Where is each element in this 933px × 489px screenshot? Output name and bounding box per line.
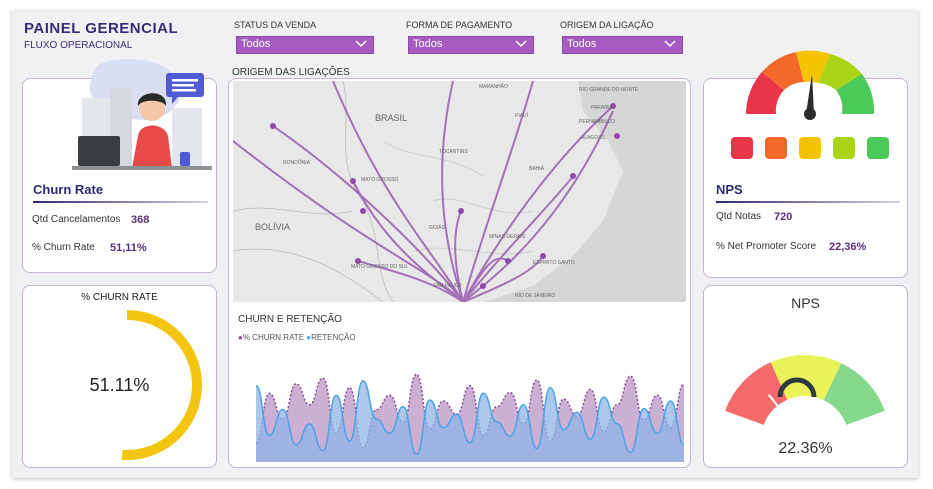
map-label: ALAGOAS — [581, 135, 606, 141]
nps-pct-value: 22,36% — [829, 241, 867, 253]
nps-qtd-value: 720 — [774, 211, 793, 223]
page-title: PAINEL GERENCIAL — [24, 20, 179, 37]
map-label: BOLÍVIA — [255, 222, 290, 232]
map-label: GOIÁS — [429, 224, 446, 231]
origin-map[interactable]: BRASIL BOLÍVIA MARANHÃO RIO GRANDE DO NO… — [233, 81, 686, 302]
filter-payment-value: Todos — [413, 38, 443, 50]
nps-gauge-value: 22.36% — [778, 440, 833, 457]
filter-status-label: STATUS DA VENDA — [234, 20, 317, 30]
nps-qtd-label: Qtd Notas — [716, 211, 762, 222]
map-label: RONDÔNIA — [283, 159, 311, 166]
filter-payment-label: FORMA DE PAGAMENTO — [406, 20, 513, 30]
churn-title: Churn Rate — [33, 182, 104, 197]
map-label: TOCANTINS — [439, 149, 468, 155]
retention-legend: ●% CHURN RATE ●RETENÇÃO — [238, 333, 356, 342]
map-label: MARANHÃO — [479, 83, 508, 90]
call-center-illustration — [72, 58, 212, 170]
nps-speedometer-icon — [746, 50, 875, 120]
map-label: PIAUÍ — [515, 112, 529, 119]
chevron-down-icon — [664, 40, 676, 48]
filter-payment-select[interactable]: Todos — [408, 36, 534, 54]
map-label: PERNAMBUCO — [579, 119, 615, 125]
churn-divider — [33, 201, 208, 203]
churn-qtd-value: 368 — [131, 214, 150, 226]
nps-divider — [716, 201, 900, 203]
neutral-face-icon — [799, 137, 821, 159]
page-subtitle: FLUXO OPERACIONAL — [24, 40, 133, 51]
map-label: RIO GRANDE DO NORTE — [579, 87, 639, 93]
filter-status-value: Todos — [241, 38, 271, 50]
filter-origin-label: ORIGEM DA LIGAÇÃO — [560, 20, 654, 30]
map-label: BAHIA — [529, 166, 545, 172]
very-happy-face-icon — [867, 137, 889, 159]
map-label: RIO DE JANEIRO — [515, 293, 555, 299]
map-label: PARAÍBA — [591, 104, 613, 111]
nps-title: NPS — [716, 182, 743, 197]
legend-retention-label: RETENÇÃO — [311, 333, 356, 342]
filter-status-select[interactable]: Todos — [236, 36, 374, 54]
churn-retention-chart — [256, 373, 684, 462]
churn-qtd-label: Qtd Cancelamentos — [32, 214, 121, 225]
retention-title: CHURN E RETENÇÃO — [238, 314, 342, 325]
map-label: SÃO PAULO — [433, 282, 462, 289]
map-label: MINAS GERAIS — [489, 234, 526, 240]
chevron-down-icon — [515, 40, 527, 48]
chevron-down-icon — [355, 40, 367, 48]
churn-pct-value: 51,11% — [110, 242, 147, 254]
very-sad-face-icon — [731, 137, 753, 159]
map-label: MATO GROSSO — [361, 177, 398, 183]
map-label: BRASIL — [375, 113, 407, 123]
map-title: ORIGEM DAS LIGAÇÕES — [232, 67, 350, 78]
filter-origin-select[interactable]: Todos — [562, 36, 683, 54]
map-label: MATO GROSSO DO SUL — [351, 264, 409, 270]
map-label: ESPÍRITO SANTO — [533, 259, 575, 266]
happy-face-icon — [833, 137, 855, 159]
nps-pct-label: % Net Promoter Score — [716, 241, 817, 252]
churn-pct-label: % Churn Rate — [32, 242, 95, 253]
sad-face-icon — [765, 137, 787, 159]
legend-churn-label: % CHURN RATE — [242, 333, 305, 342]
filter-origin-value: Todos — [567, 38, 597, 50]
churn-gauge-value: 51.11% — [89, 375, 150, 395]
